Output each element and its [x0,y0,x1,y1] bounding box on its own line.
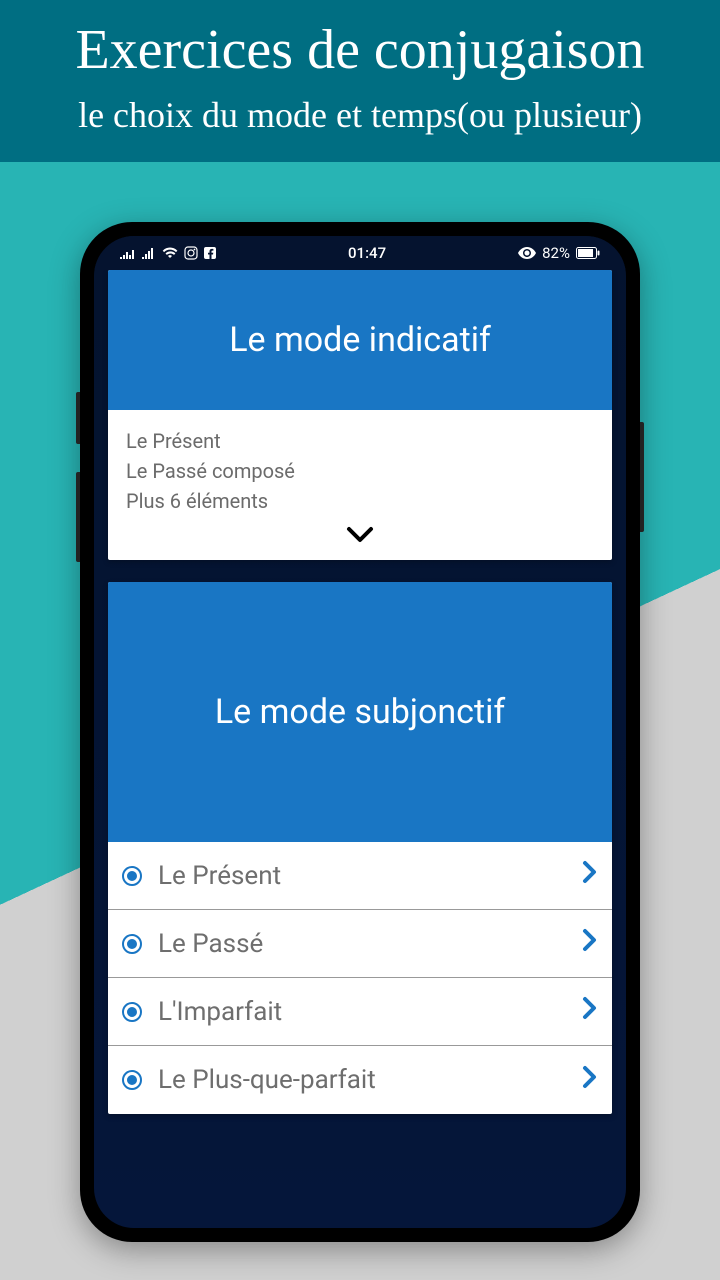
chevron-down-icon [345,531,375,550]
chevron-right-icon [582,1065,598,1096]
status-bar: 01:47 82% [94,236,626,270]
facebook-icon [204,247,216,259]
radio-icon [122,1002,142,1022]
tense-option[interactable]: Le Présent [108,842,612,910]
summary-line: Le Passé composé [126,456,594,486]
summary-line: Le Présent [126,426,594,456]
chevron-right-icon [582,860,598,891]
expand-button[interactable] [108,524,612,560]
phone-side-button [640,422,644,532]
card-header[interactable]: Le mode indicatif [108,270,612,410]
mode-card-indicatif[interactable]: Le mode indicatif Le Présent Le Passé co… [108,270,612,560]
phone-side-button [76,392,80,444]
card-title: Le mode subjonctif [215,692,505,732]
card-summary: Le Présent Le Passé composé Plus 6 éléme… [108,410,612,524]
promo-header: Exercices de conjugaison le choix du mod… [0,0,720,162]
mode-card-subjonctif[interactable]: Le mode subjonctif Le Présent Le Passé [108,582,612,1114]
signal-icon [142,247,156,259]
signal-icon [120,247,136,259]
chevron-right-icon [582,996,598,1027]
tense-label: Le Plus-que-parfait [158,1065,582,1095]
wifi-icon [162,247,178,259]
phone-screen: 01:47 82% Le mode indicatif [94,236,626,1228]
promo-subtitle: le choix du mode et temps(ou plusieur) [10,94,710,136]
status-time: 01:47 [348,244,386,262]
radio-icon [122,1070,142,1090]
instagram-icon [184,246,198,260]
battery-icon [576,247,600,259]
promo-title: Exercices de conjugaison [10,18,710,82]
tense-label: Le Présent [158,861,582,891]
tense-option[interactable]: Le Plus-que-parfait [108,1046,612,1114]
summary-line: Plus 6 éléments [126,486,594,516]
card-title: Le mode indicatif [229,320,491,360]
phone-side-button [76,472,80,562]
card-header[interactable]: Le mode subjonctif [108,582,612,842]
radio-icon [122,934,142,954]
tense-label: L'Imparfait [158,997,582,1027]
tense-option[interactable]: Le Passé [108,910,612,978]
eye-icon [518,247,536,259]
status-battery-pct: 82% [542,244,570,262]
phone-frame: 01:47 82% Le mode indicatif [80,222,640,1242]
tense-option[interactable]: L'Imparfait [108,978,612,1046]
tense-label: Le Passé [158,929,582,959]
chevron-right-icon [582,928,598,959]
radio-icon [122,866,142,886]
